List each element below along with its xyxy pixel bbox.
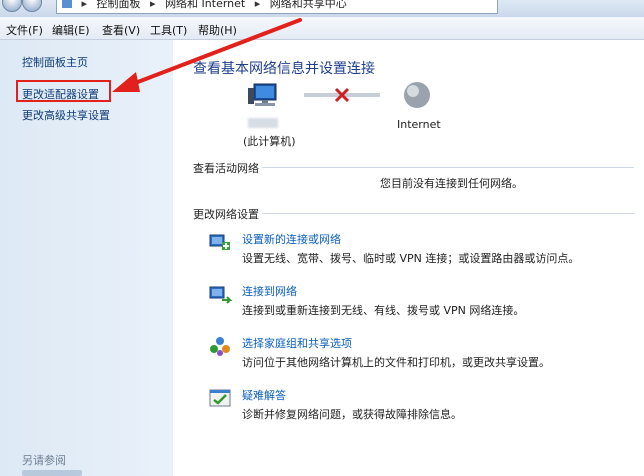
back-button[interactable]	[2, 0, 22, 12]
see-also-heading: 另请参阅	[22, 454, 66, 467]
forward-button[interactable]	[22, 0, 42, 12]
task-setup-new-connection[interactable]: 设置新的连接或网络	[242, 231, 341, 247]
computer-icon	[248, 83, 277, 106]
section-divider	[262, 213, 634, 214]
computer-name-blurred	[248, 118, 278, 128]
menu-file[interactable]: 文件(F)	[6, 22, 43, 38]
breadcrumb-item-network-internet[interactable]: 网络和 Internet	[165, 0, 245, 10]
this-computer-label: (此计算机)	[243, 135, 296, 148]
menu-view[interactable]: 查看(V)	[102, 22, 140, 38]
breadcrumb-separator: ▸	[81, 0, 88, 10]
troubleshoot-icon	[209, 389, 231, 407]
internet-label[interactable]: Internet	[397, 118, 441, 131]
menu-tools[interactable]: 工具(T)	[150, 22, 187, 38]
connect-network-icon	[209, 286, 232, 304]
sidebar-item-advanced-sharing[interactable]: 更改高级共享设置	[22, 107, 110, 123]
breadcrumb: ▸ 控制面板 ▸ 网络和 Internet ▸ 网络和共享中心	[62, 0, 353, 11]
task-troubleshoot-desc: 诊断并修复网络问题，或获得故障排除信息。	[242, 408, 462, 421]
internet-globe-icon	[404, 82, 430, 108]
new-connection-icon	[209, 234, 230, 250]
breadcrumb-item-network-center[interactable]: 网络和共享中心	[270, 0, 347, 10]
control-panel-icon	[62, 0, 72, 8]
sidebar: 控制面板主页 更改适配器设置 更改高级共享设置 另请参阅	[0, 40, 173, 476]
task-troubleshoot[interactable]: 疑难解答	[242, 387, 286, 403]
no-connection-message: 您目前没有连接到任何网络。	[380, 177, 523, 190]
breadcrumb-separator: ▸	[254, 0, 261, 10]
breadcrumb-separator: ▸	[150, 0, 156, 10]
annotation-highlight-box	[16, 80, 111, 102]
address-bar: ▸ 控制面板 ▸ 网络和 Internet ▸ 网络和共享中心	[0, 0, 644, 18]
section-divider	[262, 167, 634, 168]
change-settings-heading: 更改网络设置	[193, 208, 259, 221]
task-homegroup-sharing[interactable]: 选择家庭组和共享选项	[242, 335, 352, 351]
page-title: 查看基本网络信息并设置连接	[193, 61, 375, 77]
network-map	[248, 82, 430, 108]
sidebar-cropped-link	[22, 470, 82, 476]
sidebar-item-control-panel-home[interactable]: 控制面板主页	[22, 54, 88, 70]
breadcrumb-item-control-panel[interactable]: 控制面板	[97, 0, 141, 10]
task-connect-to-network-desc: 连接到或重新连接到无线、有线、拨号或 VPN 网络连接。	[242, 304, 525, 317]
menu-edit[interactable]: 编辑(E)	[52, 22, 90, 38]
active-networks-heading: 查看活动网络	[193, 162, 259, 175]
menu-bar: 文件(F) 编辑(E) 查看(V) 工具(T) 帮助(H)	[0, 17, 644, 40]
task-connect-to-network[interactable]: 连接到网络	[242, 283, 297, 299]
homegroup-icon	[210, 337, 230, 356]
task-setup-new-connection-desc: 设置无线、宽带、拨号、临时或 VPN 连接；或设置路由器或访问点。	[242, 252, 580, 265]
task-homegroup-sharing-desc: 访问位于其他网络计算机上的文件和打印机，或更改共享设置。	[242, 356, 550, 369]
menu-help[interactable]: 帮助(H)	[198, 22, 237, 38]
